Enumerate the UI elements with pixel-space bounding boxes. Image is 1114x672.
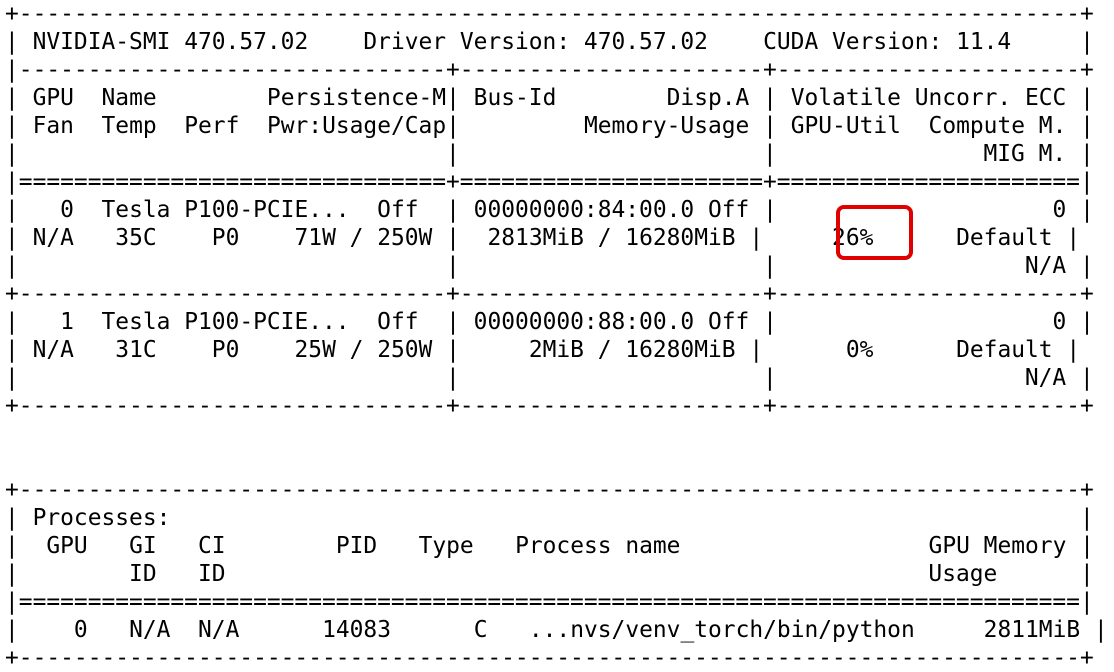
gpu1-ecc: 0 xyxy=(1052,309,1067,335)
gpu1-persistence: Off xyxy=(377,309,419,335)
nvidia-smi-output: +---------------------------------------… xyxy=(5,1,1108,671)
cuda-version-label: CUDA Version: xyxy=(763,29,943,55)
gpu1-disp-a: Off xyxy=(707,309,750,335)
proc0-name: ...nvs/venv_torch/bin/python xyxy=(528,617,915,643)
proc-header-usage: Usage xyxy=(928,561,998,587)
proc-header-ci-id: ID xyxy=(197,561,226,587)
driver-version: 470.57.02 xyxy=(583,29,708,55)
proc-header-gpu: GPU xyxy=(46,533,88,559)
proc0-ci: N/A xyxy=(198,617,240,643)
gpu1-perf: P0 xyxy=(211,337,240,363)
header-pwr: Pwr:Usage/Cap xyxy=(266,113,447,139)
header-persistence: Persistence-M xyxy=(266,85,447,111)
header-disp-a: Disp.A xyxy=(666,85,750,111)
gpu0-ecc: 0 xyxy=(1052,197,1067,223)
proc-header-gi-id: ID xyxy=(129,561,157,587)
gpu0-memory-usage: 2813MiB / 16280MiB xyxy=(487,225,736,251)
header-gpu: GPU xyxy=(32,85,74,111)
header-name: Name xyxy=(101,85,157,111)
header-perf: Perf xyxy=(184,113,240,139)
gpu1-memory-usage: 2MiB / 16280MiB xyxy=(528,337,736,363)
header-compute-m: Compute M. xyxy=(928,113,1067,139)
header-gpu-util: GPU-Util xyxy=(790,113,901,139)
cuda-version: 11.4 xyxy=(956,29,1012,55)
gpu1-util: 0% xyxy=(845,337,874,363)
gpu0-bus-id: 00000000:84:00.0 xyxy=(473,197,695,223)
gpu0-compute-m: Default xyxy=(956,225,1053,251)
proc0-pid: 14083 xyxy=(322,617,391,643)
gpu0-disp-a: Off xyxy=(707,197,750,223)
gpu0-util: 26% xyxy=(832,225,874,251)
gpu1-compute-m: Default xyxy=(956,337,1053,363)
proc-header-pid: PID xyxy=(335,533,378,559)
proc-header-gi: GI xyxy=(129,533,157,559)
gpu0-perf: P0 xyxy=(211,225,240,251)
gpu0-temp: 35C xyxy=(115,225,157,251)
gpu0-fan: N/A xyxy=(32,225,74,251)
header-temp: Temp xyxy=(101,113,157,139)
proc-header-gpu-memory: GPU Memory xyxy=(928,533,1067,559)
gpu0-persistence: Off xyxy=(377,197,419,223)
proc0-gi: N/A xyxy=(129,617,171,643)
gpu0-pwr: 71W / 250W xyxy=(294,225,433,251)
proc0-memory: 2811MiB xyxy=(983,617,1081,643)
header-bus-id: Bus-Id xyxy=(473,85,557,111)
smi-version: 470.57.02 xyxy=(184,29,309,55)
gpu0-mig-m: N/A xyxy=(1024,253,1067,279)
driver-version-label: Driver Version: xyxy=(363,29,571,55)
gpu1-index: 1 xyxy=(60,309,74,335)
processes-title: Processes: xyxy=(32,505,171,531)
gpu0-index: 0 xyxy=(60,197,74,223)
gpu1-bus-id: 00000000:88:00.0 xyxy=(473,309,695,335)
gpu1-fan: N/A xyxy=(32,337,74,363)
header-fan: Fan xyxy=(32,113,74,139)
proc0-type: C xyxy=(473,617,488,643)
header-mig-m: MIG M. xyxy=(983,141,1067,167)
proc-header-ci: CI xyxy=(198,533,226,559)
proc-header-type: Type xyxy=(418,533,474,559)
gpu1-temp: 31C xyxy=(115,337,157,363)
gpu0-name: Tesla P100-PCIE... xyxy=(101,197,350,223)
header-memory-usage: Memory-Usage xyxy=(583,113,750,139)
gpu1-pwr: 25W / 250W xyxy=(294,337,433,363)
gpu1-mig-m: N/A xyxy=(1024,365,1067,391)
gpu1-name: Tesla P100-PCIE... xyxy=(101,309,350,335)
proc0-gpu: 0 xyxy=(73,617,88,643)
smi-label: NVIDIA-SMI xyxy=(32,29,171,55)
proc-header-process-name: Process name xyxy=(515,533,681,559)
header-volatile-ecc: Volatile Uncorr. ECC xyxy=(790,85,1067,111)
